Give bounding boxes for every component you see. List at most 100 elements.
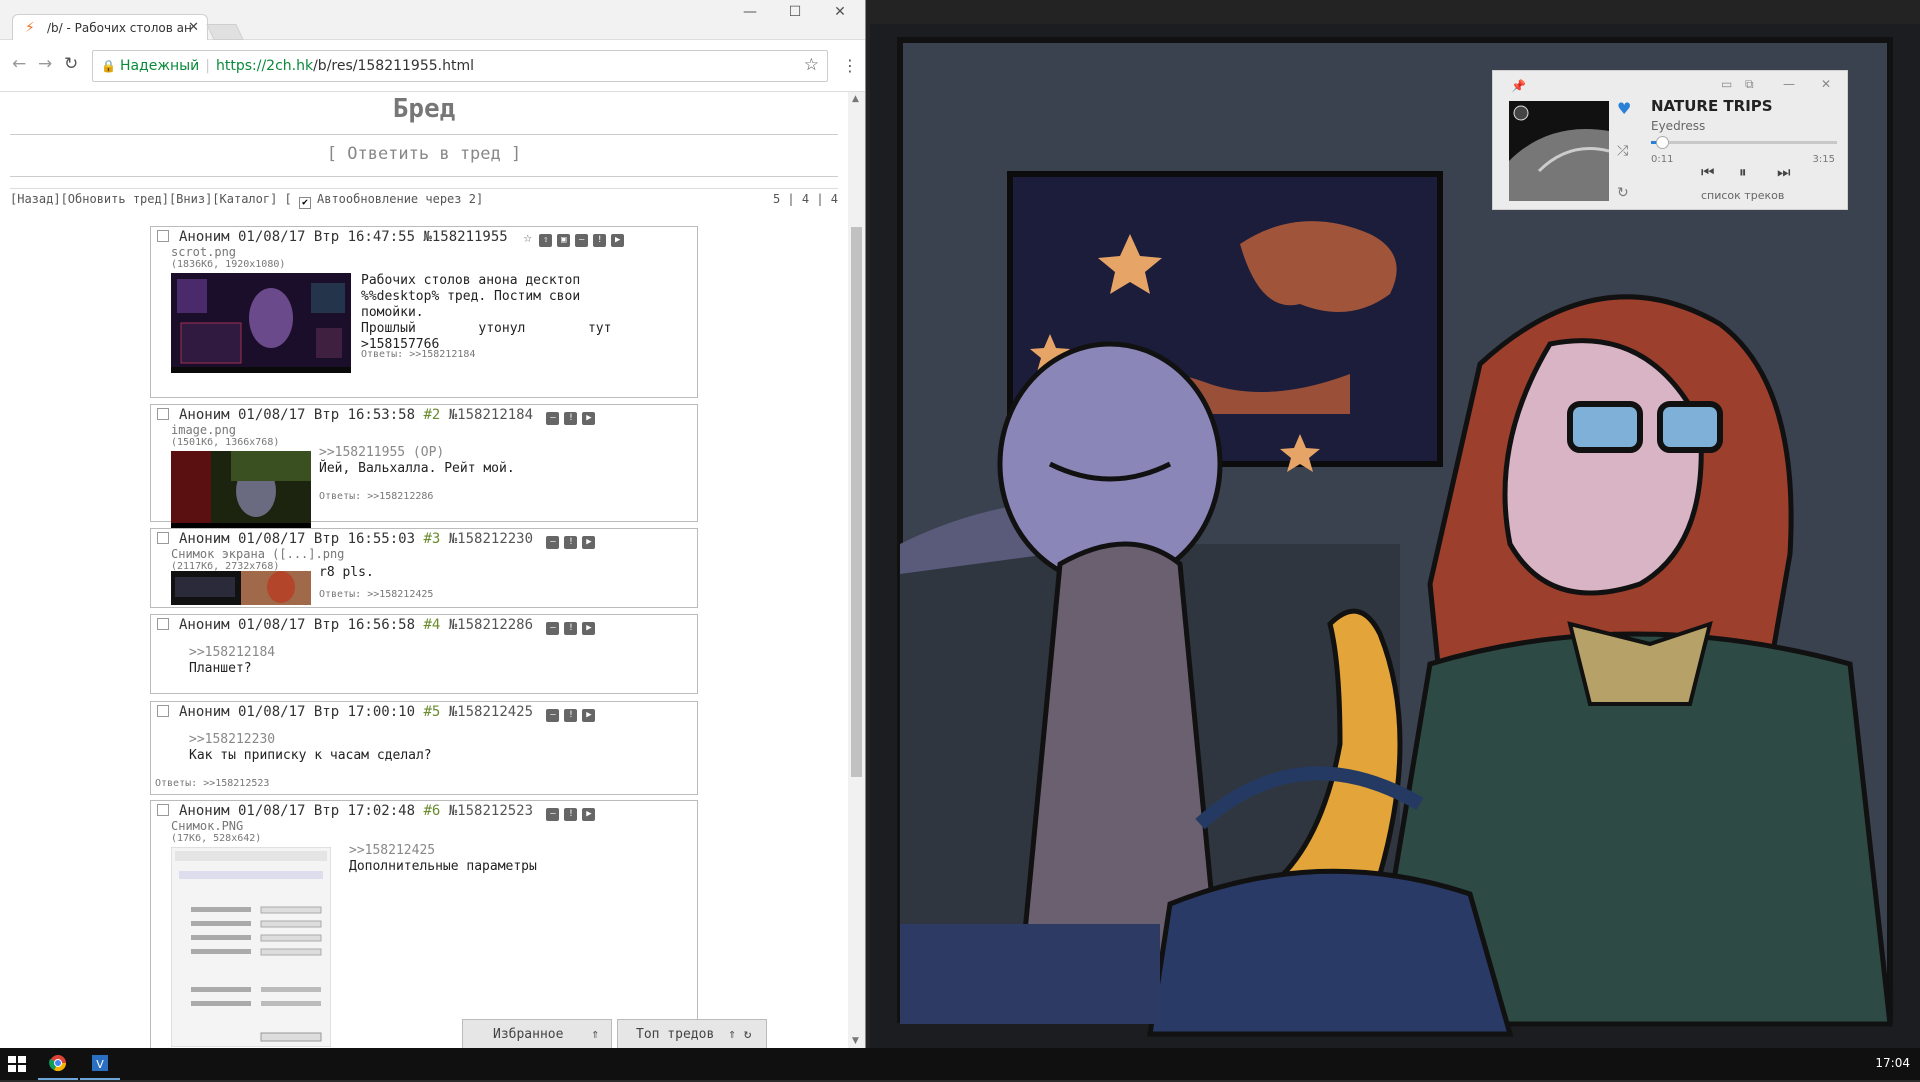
post-checkbox[interactable]: [157, 532, 169, 544]
hide-icon[interactable]: —: [546, 412, 560, 425]
thread-nav: [Назад][Обновить тред][Вниз][Каталог] [ …: [10, 192, 483, 209]
report-icon[interactable]: !: [564, 808, 578, 821]
browser-toolbar: ← → ↻ 🔒 Надежный | https://2ch.hk/b/res/158…: [0, 40, 865, 92]
report-icon[interactable]: !: [593, 234, 607, 247]
secure-label: Надежный: [119, 58, 200, 74]
post-checkbox[interactable]: [157, 618, 169, 630]
expand-chevron-icon[interactable]: ⇑: [591, 1027, 599, 1042]
divider: [10, 176, 838, 177]
scroll-up-arrow-icon[interactable]: ▲: [852, 94, 859, 104]
post-text: >>158212425 Дополнительные параметры: [349, 843, 537, 874]
popout-icon[interactable]: ⧉: [1745, 77, 1754, 92]
hide-icon[interactable]: —: [546, 709, 560, 722]
browser-menu-icon[interactable]: ⋮: [842, 56, 858, 75]
post-checkbox[interactable]: [157, 408, 169, 420]
vk-player-taskbar-icon[interactable]: V: [80, 1048, 120, 1080]
image-search-icon[interactable]: ▣: [557, 234, 571, 247]
reply-arrow-icon[interactable]: ▶: [611, 234, 625, 247]
like-heart-icon[interactable]: ♥: [1617, 99, 1631, 118]
reply-link[interactable]: >>158212425: [367, 589, 433, 600]
file-name[interactable]: Снимок экрана ([...].png: [171, 547, 344, 561]
minimize-icon[interactable]: —: [1783, 77, 1795, 91]
shuffle-icon[interactable]: ⤮: [1617, 143, 1628, 159]
reply-link[interactable]: >>158212184: [409, 349, 475, 360]
post-checkbox[interactable]: [157, 705, 169, 717]
close-icon[interactable]: ✕: [1821, 77, 1831, 91]
progress-knob[interactable]: [1656, 136, 1670, 149]
reply-arrow-icon[interactable]: ▶: [582, 412, 596, 425]
thread-nav-links[interactable]: [Назад][Обновить тред][Вниз][Каталог] [: [10, 192, 292, 206]
window-minimize-icon[interactable]: —: [730, 4, 770, 20]
divider: [10, 188, 838, 189]
post-image-thumbnail[interactable]: [171, 451, 311, 529]
window-maximize-icon[interactable]: ☐: [775, 4, 815, 20]
post-image-thumbnail[interactable]: [171, 571, 311, 605]
post-image-thumbnail[interactable]: [171, 273, 351, 373]
scroll-down-arrow-icon[interactable]: ▼: [852, 1036, 859, 1046]
pause-icon[interactable]: ⏸: [1739, 163, 1747, 181]
reply-arrow-icon[interactable]: ▶: [582, 622, 596, 635]
next-icon[interactable]: ⏭: [1777, 163, 1791, 181]
autoupdate-checkbox[interactable]: ✔: [299, 197, 311, 209]
track-artist: Eyedress: [1651, 119, 1706, 133]
page-scrollbar[interactable]: ▲ ▼: [848, 92, 865, 1048]
tracklist-link[interactable]: список треков: [1701, 189, 1784, 202]
reply-thread-link[interactable]: [ Ответить в тред ]: [0, 144, 848, 164]
favorites-bar[interactable]: Избранное ⇑: [462, 1019, 612, 1048]
post-image-thumbnail[interactable]: [171, 847, 331, 1047]
report-icon[interactable]: !: [564, 412, 578, 425]
expand-chevron-icon[interactable]: ⇑: [728, 1027, 736, 1042]
progress-slider[interactable]: [1651, 136, 1837, 149]
file-name[interactable]: image.png: [171, 423, 236, 437]
mini-mode-icon[interactable]: ▭: [1721, 77, 1732, 91]
reply-arrow-icon[interactable]: ▶: [582, 536, 596, 549]
file-name[interactable]: Снимок.PNG: [171, 819, 243, 833]
post-text: >>158211955 (OP) Йей, Вальхалла. Рейт мо…: [319, 445, 515, 476]
post-text: >>158212230 Как ты приписку к часам сдел…: [189, 732, 432, 763]
hide-icon[interactable]: —: [546, 808, 560, 821]
refresh-icon[interactable]: ↻: [744, 1027, 752, 1042]
new-tab-button[interactable]: [206, 24, 244, 40]
close-tab-icon[interactable]: ✕: [188, 20, 199, 35]
bookmark-star-icon[interactable]: ☆: [804, 55, 819, 75]
window-close-icon[interactable]: ✕: [820, 4, 860, 20]
file-name[interactable]: scrot.png: [171, 245, 236, 259]
browser-tab[interactable]: ⚡ /b/ - Рабочих столов ан ✕: [12, 14, 208, 41]
hide-icon[interactable]: —: [546, 536, 560, 549]
report-icon[interactable]: !: [564, 709, 578, 722]
windows-start-icon[interactable]: [8, 1056, 26, 1072]
reload-icon[interactable]: ↻: [64, 54, 78, 74]
reply-link[interactable]: >>158212523: [203, 778, 269, 789]
board-title: Бред: [392, 94, 456, 124]
post-checkbox[interactable]: [157, 230, 169, 242]
autoupdate-label: Автообновление через 2]: [317, 192, 484, 206]
chrome-taskbar-icon[interactable]: [38, 1048, 78, 1080]
lock-icon: 🔒: [101, 59, 116, 73]
report-icon[interactable]: !: [564, 622, 578, 635]
back-arrow-icon[interactable]: ←: [12, 54, 26, 74]
post-replies: Ответы: >>158212184: [361, 349, 476, 360]
post-replies: Ответы: >>158212425: [319, 589, 434, 600]
post-header: Аноним 01/08/17 Втр 17:00:10 #5 №1582124…: [157, 704, 596, 722]
elapsed-time: 0:11: [1651, 154, 1674, 165]
reply-arrow-icon[interactable]: ▶: [582, 709, 596, 722]
previous-icon[interactable]: ⏮: [1701, 163, 1715, 181]
post-checkbox[interactable]: [157, 804, 169, 816]
page-content: Бред [ Ответить в тред ] [Назад][Обновит…: [0, 92, 848, 1048]
up-icon[interactable]: ⇧: [539, 234, 553, 247]
forward-arrow-icon[interactable]: →: [38, 54, 52, 74]
reply-link[interactable]: >>158212286: [367, 491, 433, 502]
scrollbar-thumb[interactable]: [851, 227, 862, 777]
svg-text:V: V: [96, 1058, 104, 1071]
report-icon[interactable]: !: [564, 536, 578, 549]
top-threads-bar[interactable]: Топ тредов ⇑ ↻: [617, 1019, 767, 1048]
address-bar[interactable]: 🔒 Надежный | https://2ch.hk/b/res/158211955…: [92, 50, 828, 82]
pin-icon[interactable]: 📌: [1511, 79, 1526, 93]
reply-arrow-icon[interactable]: ▶: [582, 808, 596, 821]
taskbar: V 17:04: [0, 1048, 1920, 1080]
hide-icon[interactable]: —: [546, 622, 560, 635]
repeat-icon[interactable]: ↻: [1617, 185, 1629, 201]
favorite-star-icon[interactable]: ☆: [521, 231, 534, 245]
browser-window: ⚡ /b/ - Рабочих столов ан ✕ — ☐ ✕ ← → ↻ …: [0, 0, 866, 1048]
hide-icon[interactable]: —: [575, 234, 589, 247]
